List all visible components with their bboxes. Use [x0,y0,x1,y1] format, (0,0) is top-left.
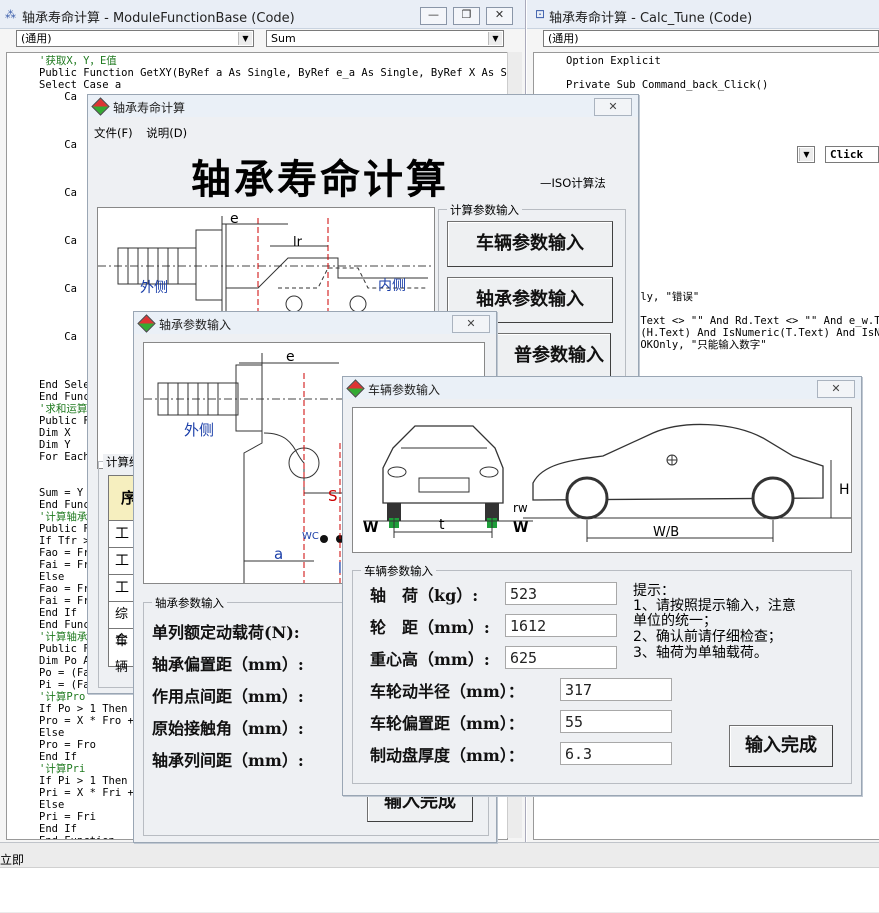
procedure-arrow-right[interactable]: ▼ [797,146,815,163]
close-icon[interactable]: ✕ [817,380,855,398]
wheel-offset-input[interactable]: 55 [560,710,672,733]
menu-file[interactable]: 文件(F) [94,126,133,140]
hint-line: 2、确认前请仔细检查； [633,629,782,645]
vehicle-params-button[interactable]: 车辆参数输入 [447,221,613,267]
code-line: bOKOnly, "只能输入数字" [634,339,767,351]
vehicle-t-label: t [439,517,445,533]
bearing-field-label: 单列额定动载荷(N): [152,623,300,642]
immediate-window: 立即 [0,842,879,913]
menu-bar: 文件(F) 说明(D) [94,125,187,141]
vehicle-input-group-label: 车辆参数输入 [361,563,436,579]
wheel-radius-input[interactable]: 317 [560,678,672,701]
spectrum-params-label: 普参数输入 [514,345,604,366]
vehicle-form-titlebar: 车辆参数输入 ✕ [343,377,861,399]
code-line: Select Case a [39,79,122,91]
code-line: nly, "错误" [634,291,700,303]
vehicle-form-title: 车辆参数输入 [368,383,441,397]
bearing-form-title: 轴承参数输入 [159,318,232,332]
object-combo-value: (通用) [21,32,52,45]
vehicle-field-label: 车轮偏置距（mm）： [370,714,524,733]
bearing-field-label: 原始接触角（mm）: [152,719,304,738]
procedure-combo[interactable]: Sum ▼ [266,30,504,47]
vehicle-form-window: 车辆参数输入 ✕ W t W rw W/B H 车辆参数输入 轴 荷（kg）: … [342,376,862,796]
bearing-outer-label: 外侧 [184,421,214,439]
vehicle-field-label: 重心高（mm）: [370,650,490,669]
immediate-input[interactable] [0,867,879,912]
diagram-outer-label: 外侧 [140,280,168,296]
vb-project-icon: ⁂ [5,8,16,21]
diagram-inner-label: 内侧 [378,278,406,294]
vehicle-field-label: 轴 荷（kg）: [370,586,479,605]
bearing-s-label: S [328,487,338,505]
cg-height-input[interactable]: 625 [505,646,617,669]
vehicle-w-left-label: W [363,520,378,536]
vehicle-diagram-svg: W t W rw W/B H [363,423,851,542]
vehicle-submit-button[interactable]: 输入完成 [729,725,833,767]
code-line: c(H.Text) And IsNumeric(T.Text) And IsNu [634,327,879,339]
chevron-down-icon: ▼ [488,32,502,45]
main-form-titlebar: 轴承寿命计算 ✕ [88,95,638,117]
diagram-lr-label: lr [293,235,303,250]
close-icon[interactable]: ✕ [594,98,632,116]
code-line: .Text <> "" And Rd.Text <> "" And e_w.Te [634,315,879,327]
vb-code-icon: ⊡ [535,7,546,21]
vehicle-h-label: H [839,482,850,498]
procedure-combo-value: Sum [271,32,296,45]
bearing-field-label: 轴承偏置距（mm）: [152,655,304,674]
code-window-left-title: 轴承寿命计算 - ModuleFunctionBase (Code) [22,11,295,26]
vehicle-w-right-label: W [513,520,528,536]
disc-thickness-input[interactable]: 6.3 [560,742,672,765]
procedure-combo-right[interactable]: Click [825,146,879,163]
minimize-button[interactable]: — [420,7,447,25]
close-icon[interactable]: ✕ [452,315,490,333]
object-combo[interactable]: (通用) ▼ [16,30,254,47]
close-button[interactable]: ✕ [486,7,513,25]
axle-load-input[interactable]: 523 [505,582,617,605]
code-line: Option Explicit [566,55,661,67]
chevron-down-icon: ▼ [799,148,813,161]
main-subheading: —ISO计算法 [540,176,606,190]
bearing-e-label: e [286,349,295,365]
immediate-label: 立即 [0,853,25,867]
bearing-a-label: a [274,545,283,563]
chevron-down-icon: ▼ [238,32,252,45]
restore-button[interactable]: ❐ [453,7,480,25]
code-window-right-title: 轴承寿命计算 - Calc_Tune (Code) [549,11,753,26]
bearing-wc-label: WC [302,531,319,542]
code-line: Public Function GetXY(ByRef a As Single,… [39,67,508,79]
app-icon [91,97,110,116]
vehicle-field-label: 轮 距（mm）: [370,618,490,637]
bearing-field-label: 轴承列间距（mm）: [152,751,304,770]
main-heading: 轴承寿命计算 [191,156,449,203]
menu-help[interactable]: 说明(D) [146,126,187,140]
hint-line: 3、轴荷为单轴载荷。 [633,645,768,661]
procedure-combo-right-value: Click [830,148,864,161]
vehicle-wb-label: W/B [653,525,679,540]
vehicle-rw-label: rw [513,501,528,515]
code-lines-top: Option Explicit Private Sub Command_back… [566,55,768,91]
bearing-input-group-label: 轴承参数输入 [152,595,227,611]
calc-input-group-label: 计算参数输入 [447,202,522,218]
diagram-e-label: e [230,211,239,227]
code-lines-bottom: nly, "错误" .Text <> "" And Rd.Text <> "" … [634,291,879,351]
track-width-input[interactable]: 1612 [505,614,617,637]
object-combo-right[interactable]: (通用) [543,30,879,47]
vehicle-field-label: 制动盘厚度（mm）： [370,746,524,765]
code-window-left-titlebar: ⁂ 轴承寿命计算 - ModuleFunctionBase (Code) — ❐… [0,0,525,29]
vehicle-field-label: 车轮动半径（mm）： [370,682,524,701]
hint-line: 单位的统一； [633,613,717,629]
app-icon [137,314,156,333]
object-combo-right-value: (通用) [548,32,579,45]
vehicle-diagram: W t W rw W/B H [352,407,852,553]
main-form-title: 轴承寿命计算 [113,101,186,115]
bearing-form-titlebar: 轴承参数输入 ✕ [134,312,496,334]
bearing-field-label: 作用点间距（mm）: [152,687,304,706]
app-icon [346,379,365,398]
code-window-right-titlebar: ⊡ 轴承寿命计算 - Calc_Tune (Code) [527,0,879,29]
code-line: Private Sub Command_back_Click() [566,79,769,91]
code-line: '获取X，Y，E值 [39,55,117,67]
